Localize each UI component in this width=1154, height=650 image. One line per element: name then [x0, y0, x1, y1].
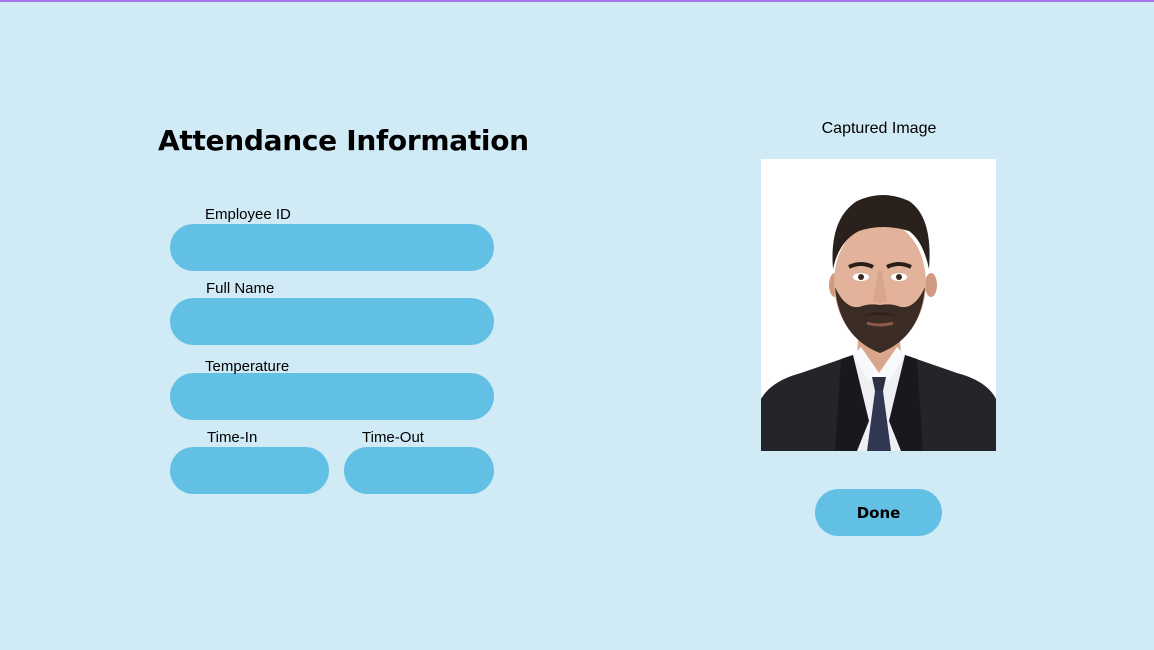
temperature-field[interactable] — [170, 373, 494, 420]
time-in-label: Time-In — [207, 429, 258, 446]
time-in-field[interactable] — [170, 447, 329, 494]
portrait-photo-icon — [761, 159, 996, 451]
captured-image — [761, 159, 996, 451]
page-title: Attendance Information — [158, 124, 529, 157]
temperature-label: Temperature — [205, 358, 290, 375]
top-accent-line — [0, 0, 1154, 2]
done-button[interactable]: Done — [815, 489, 942, 536]
time-out-label: Time-Out — [362, 429, 424, 446]
time-out-field[interactable] — [344, 447, 494, 494]
full-name-field[interactable] — [170, 298, 494, 345]
full-name-label: Full Name — [206, 280, 275, 297]
captured-image-label: Captured Image — [821, 120, 937, 137]
employee-id-field[interactable] — [170, 224, 494, 271]
employee-id-label: Employee ID — [205, 206, 291, 223]
